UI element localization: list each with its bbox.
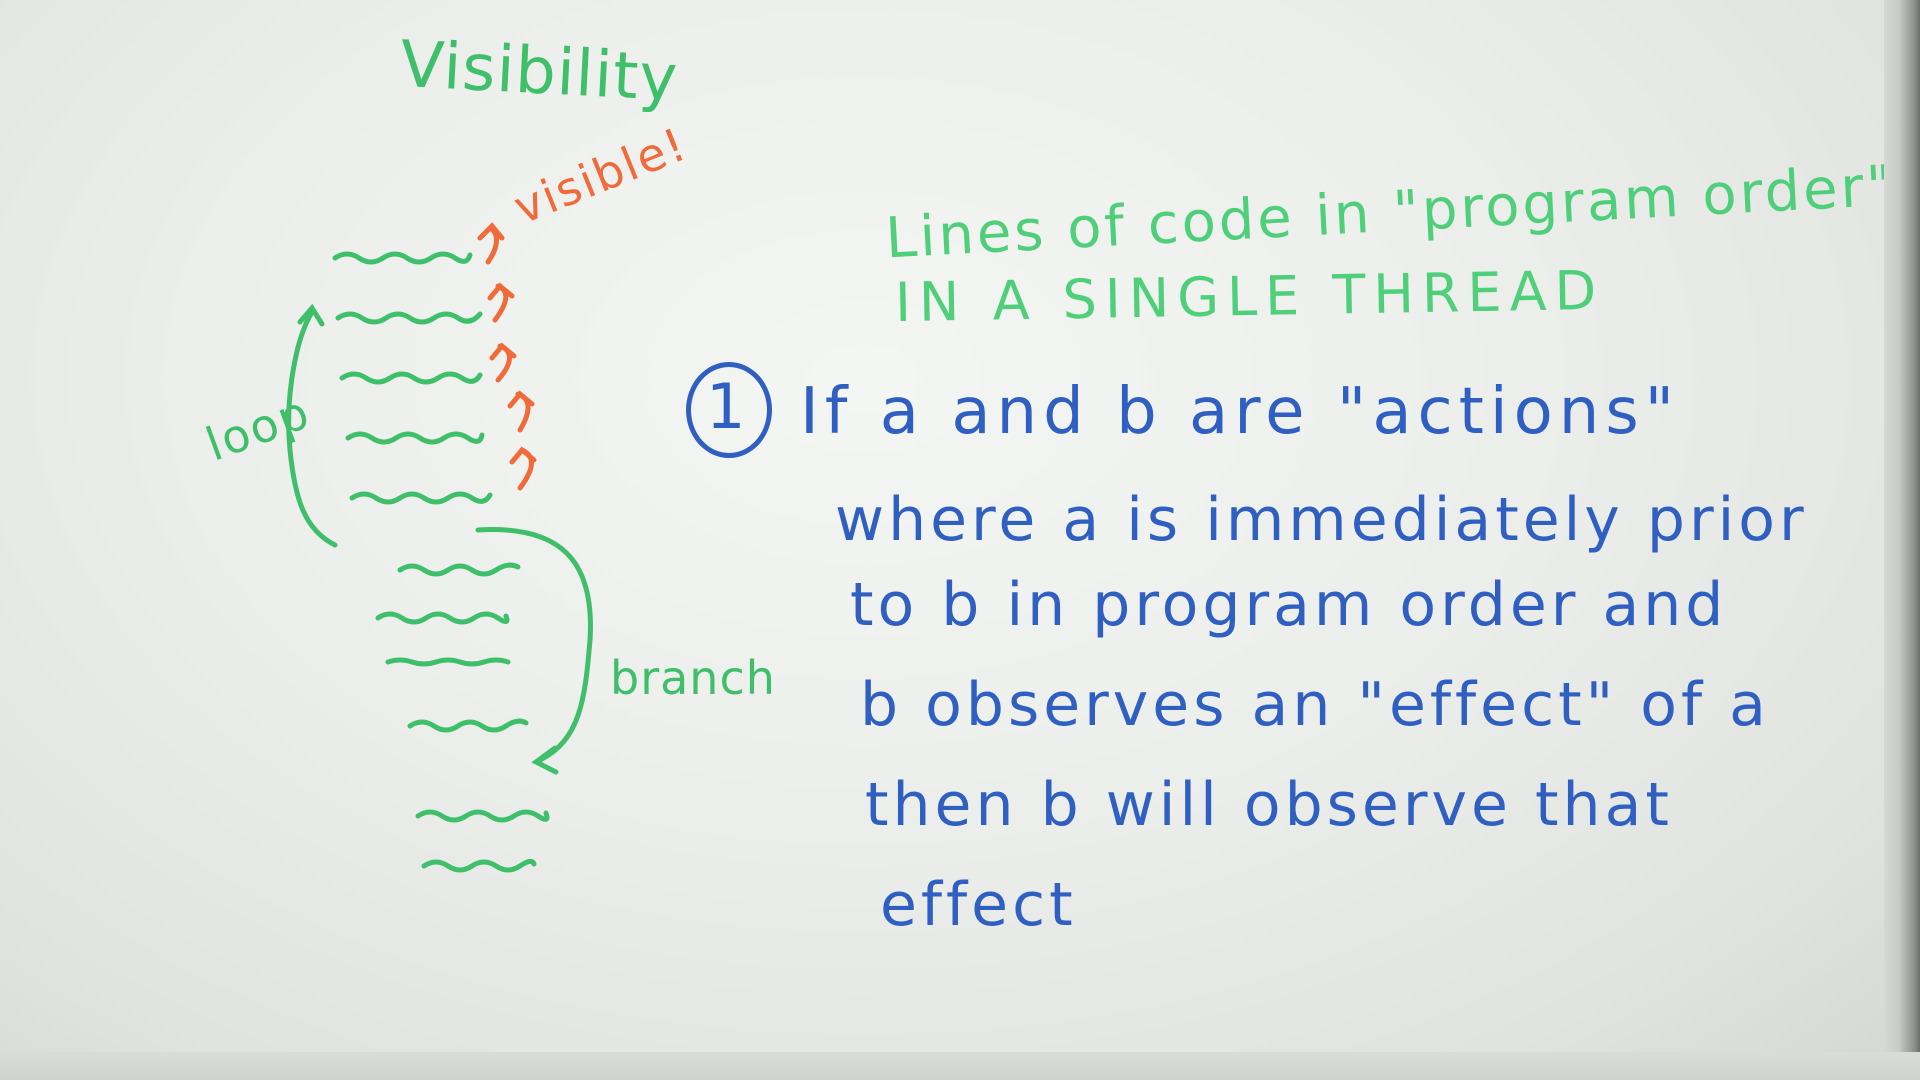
- code-line: [332, 251, 473, 265]
- code-line: [335, 311, 483, 325]
- rule-text-line: b observes an "effect" of a: [860, 670, 1770, 740]
- rule-text-line: then b will observe that: [865, 770, 1673, 840]
- rule-heading-line2: IN A SINGLE THREAD: [894, 258, 1605, 335]
- item-number: 1: [706, 370, 748, 443]
- code-line: [397, 562, 521, 577]
- visibility-arrow: [487, 282, 515, 301]
- whiteboard: Visibility visible! loop branch Lines of…: [0, 0, 1920, 1080]
- code-line: [375, 611, 510, 625]
- code-line: [345, 431, 485, 445]
- visibility-arrow: [477, 222, 505, 241]
- board-title: Visibility: [398, 27, 680, 117]
- board-frame-edge: [1884, 0, 1920, 1080]
- rule-text-line: to b in program order and: [850, 570, 1728, 640]
- visibility-arrow: [489, 342, 517, 361]
- code-line: [339, 371, 483, 385]
- branch-label: branch: [610, 651, 776, 705]
- code-line: [421, 858, 537, 873]
- code-line: [415, 809, 550, 823]
- branch-arrowhead: [531, 745, 559, 775]
- code-line: [385, 657, 511, 667]
- rule-text-line: effect: [880, 870, 1077, 940]
- visibility-arrow: [509, 446, 537, 465]
- rule-text-line: If a and b are "actions": [800, 375, 1681, 449]
- code-line: [349, 491, 493, 505]
- branch-arrow: [475, 527, 593, 763]
- board-tray: [0, 1052, 1920, 1080]
- visibility-arrow: [507, 390, 535, 409]
- rule-text-line: where a is immediately prior: [835, 485, 1808, 555]
- code-line: [407, 718, 529, 733]
